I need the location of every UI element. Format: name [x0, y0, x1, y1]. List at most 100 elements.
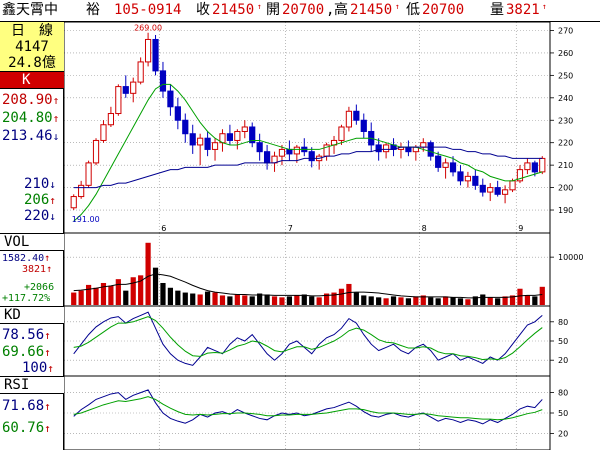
ma4-value: 210↓: [24, 176, 56, 192]
ma3-value: 213.46↓: [2, 128, 60, 144]
candle-body: [487, 187, 494, 193]
candle-body: [182, 119, 189, 135]
stock-name: 鑫天霄中: [2, 2, 58, 18]
close-value: 21450: [212, 2, 255, 18]
month-tick-label: 9: [518, 224, 523, 233]
volume-bar: [524, 295, 531, 305]
volume-value: 3821: [506, 2, 540, 18]
candle-body: [293, 146, 300, 155]
volume-bar: [450, 297, 456, 305]
kd-section-header[interactable]: KD: [0, 306, 64, 324]
volume-bar: [532, 296, 538, 305]
open-label: 開: [266, 2, 280, 18]
candle-body: [494, 187, 501, 195]
volume-bar: [71, 292, 77, 305]
rsi2-value: 60.76↑: [2, 420, 51, 436]
volume-bar: [338, 288, 345, 305]
rsi-axis-label: 20: [558, 429, 568, 438]
candle-body: [204, 137, 211, 150]
volume-up-icon: ↑: [542, 2, 547, 11]
volume-bar: [428, 297, 434, 305]
candle-body: [524, 162, 531, 171]
rsi-axis-label: 50: [558, 409, 568, 418]
volume-bar: [368, 296, 374, 305]
price-axis-label: 240: [558, 94, 573, 103]
candle-body: [78, 184, 85, 198]
candle-body: [509, 180, 516, 191]
d-up-icon: ↑: [44, 346, 51, 359]
candle-body: [472, 175, 479, 186]
candle-body: [375, 144, 382, 153]
price-axis-label: 210: [558, 161, 573, 170]
vol-change: +2066: [24, 282, 55, 293]
low-annotation: 191.00: [72, 215, 100, 224]
candle-body: [420, 142, 427, 148]
candle-body: [345, 110, 353, 128]
stock-chart[interactable]: 190 200 210 220 230 240 250 260 270 6 7 8 9 269.00 191…: [64, 22, 600, 450]
period-label: 日 線: [11, 23, 53, 39]
volume-bar: [78, 290, 84, 305]
candle-body: [457, 171, 464, 182]
high-label: 高: [334, 2, 348, 18]
volume-bar: [301, 294, 307, 305]
ma5-up-icon: ↑: [49, 194, 56, 207]
vol-change-pct: +117.72%: [2, 293, 51, 304]
volume-bar: [123, 290, 129, 305]
candle-body: [167, 90, 174, 108]
candle-body: [189, 133, 196, 146]
volume-bar: [353, 292, 359, 305]
volume-bar: [413, 296, 419, 305]
candle-body: [256, 142, 263, 153]
rsi-section-header[interactable]: RSI: [0, 376, 64, 394]
volume-bar: [480, 294, 486, 305]
low-value: 20700: [422, 2, 465, 18]
kd-extra-up-icon: ↑: [47, 362, 54, 375]
vol-section-header[interactable]: VOL: [0, 233, 64, 251]
candle-body: [338, 126, 345, 141]
price-axis-label: 250: [558, 71, 573, 80]
candle-body: [278, 148, 286, 157]
candle-body: [159, 70, 167, 92]
ma6-down-icon: ↓: [49, 210, 56, 223]
candle-body: [174, 106, 181, 121]
candle-body: [308, 151, 315, 162]
candle-body: [286, 148, 293, 155]
volume-bar: [182, 292, 188, 305]
volume-bar: [167, 287, 174, 305]
trade-date: 105-0914: [114, 2, 182, 18]
candle-body: [501, 189, 509, 195]
candle-body: [211, 142, 219, 150]
volume-bar: [242, 295, 248, 305]
close-up-icon: ↑: [257, 2, 262, 11]
volume-bar: [442, 296, 449, 305]
vol-current: 3821↑: [22, 264, 53, 275]
candle-body: [442, 162, 449, 168]
price-axis-label: 230: [558, 116, 573, 125]
volume-bar: [234, 294, 240, 305]
high-annotation: 269.00: [134, 24, 162, 33]
kd-extra-value: 100↑: [22, 360, 54, 376]
candle-body: [427, 142, 434, 157]
ma1-value: 208.90↑: [2, 92, 60, 108]
k-section-header[interactable]: K: [0, 72, 64, 89]
price-axis-label: 200: [558, 184, 573, 193]
vol-ma-up-icon: ↑: [44, 253, 51, 264]
stock-name-suffix: 裕: [86, 2, 100, 18]
candle-body: [479, 184, 486, 193]
candle-body: [115, 86, 122, 115]
volume-bar: [197, 294, 203, 305]
candle-body: [100, 124, 107, 141]
candle-body: [197, 137, 204, 146]
kd-axis-label: 80: [558, 318, 568, 327]
high-up-icon: ↑: [395, 2, 400, 11]
volume-bar: [495, 298, 501, 305]
candle-body: [107, 113, 115, 126]
k-up-icon: ↑: [44, 329, 51, 342]
vol-current-up-icon: ↑: [46, 264, 53, 275]
candle-body: [130, 81, 137, 94]
volume-label: 量: [490, 2, 504, 18]
volume-bar: [517, 288, 523, 305]
ma2-up-icon: ↑: [52, 112, 60, 125]
candle-body: [144, 38, 152, 63]
candle-body: [353, 110, 360, 121]
